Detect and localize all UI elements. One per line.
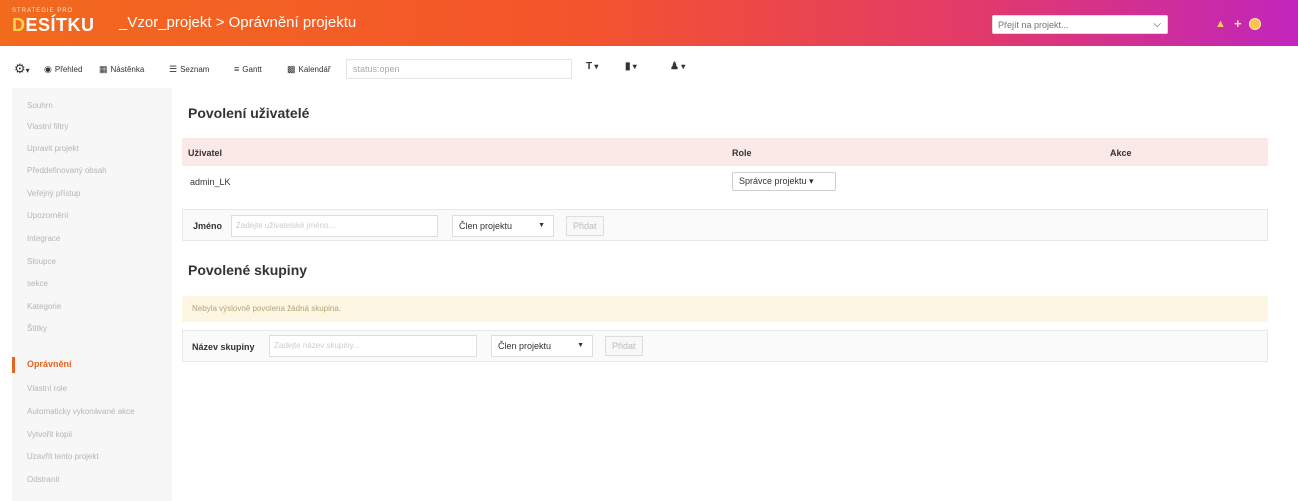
sidebar-item-summary[interactable]: Souhrn — [27, 101, 53, 110]
sidebar-item-predefined-content[interactable]: Předdefinovaný obsah — [27, 166, 107, 175]
chevron-down-icon: ▼ — [577, 342, 584, 349]
column-actions: Akce — [1110, 148, 1132, 158]
sidebar-item-duplicate[interactable]: Vytvořit kopii — [27, 430, 72, 439]
no-groups-notice: Nebyla výslovně povolena žádná skupina. — [182, 296, 1268, 322]
logo-wordmark: DESÍTKU — [12, 15, 95, 35]
calendar-icon: ▩ — [287, 63, 296, 74]
header-icons: ▲ + — [1215, 15, 1261, 33]
sidebar-item-close-project[interactable]: Uzavřít tento projekt — [27, 452, 99, 461]
active-indicator — [12, 357, 15, 373]
sidebar-item-integrations[interactable]: Integrace — [27, 234, 60, 243]
board-button[interactable]: ▦ Nástěnka — [99, 61, 144, 77]
user-role-select[interactable]: Správce projektu ▾ — [732, 172, 836, 191]
user-role-new-select[interactable]: Člen projektu ▼ — [452, 215, 554, 237]
notification-bell-icon[interactable]: ▲ — [1215, 18, 1227, 30]
top-header: STRATEGIE PRO DESÍTKU _Vzor_projekt > Op… — [0, 0, 1298, 46]
users-table-header: Uživatel Role Akce — [182, 138, 1268, 166]
grid-icon: ▦ — [99, 63, 108, 74]
gear-icon[interactable]: ⚙▾ — [14, 61, 30, 77]
overview-button[interactable]: ◉ Přehled — [44, 61, 82, 77]
add-icon[interactable]: + — [1234, 17, 1242, 30]
sidebar-item-permissions[interactable]: Oprávnění — [27, 359, 72, 369]
column-user: Uživatel — [188, 148, 223, 158]
filter-dropdown[interactable]: T ▾ — [586, 61, 598, 75]
name-label: Jméno — [193, 221, 223, 231]
list-button[interactable]: ☰ Seznam — [169, 61, 209, 77]
add-group-button[interactable]: Přidat — [605, 336, 643, 356]
allowed-users-title: Povolení uživatelé — [188, 105, 310, 121]
calendar-button[interactable]: ▩ Kalendář — [287, 61, 331, 77]
filter-input[interactable]: status:open — [346, 59, 572, 79]
chevron-down-icon: ▾ — [678, 62, 686, 71]
settings-sidebar: Souhrn Vlastní filtry Upravit projekt Př… — [12, 88, 172, 501]
app-logo[interactable]: STRATEGIE PRO DESÍTKU — [12, 8, 118, 38]
bookmark-dropdown[interactable]: ▮ ▾ — [625, 61, 637, 75]
group-role-select[interactable]: Člen projektu ▼ — [491, 335, 593, 357]
logo-tagline: STRATEGIE PRO — [12, 8, 74, 14]
sidebar-item-tags[interactable]: Štítky — [27, 324, 47, 333]
sidebar-item-public-access[interactable]: Veřejný přístup — [27, 189, 80, 198]
column-role: Role — [732, 148, 752, 158]
gantt-button[interactable]: ≡ Gantt — [234, 61, 262, 77]
project-toolbar: ⚙▾ ◉ Přehled ▦ Nástěnka ☰ Seznam ≡ Gantt ▩ Ka… — [0, 56, 1298, 82]
sidebar-item-edit-project[interactable]: Upravit projekt — [27, 144, 79, 153]
username-input[interactable]: Zadejte uživatelské jméno... — [231, 215, 438, 237]
sidebar-item-sections[interactable]: sekce — [27, 279, 48, 288]
add-group-form: Název skupiny Zadejte název skupiny... Č… — [182, 330, 1268, 362]
add-user-form: Jméno Zadejte uživatelské jméno... Člen … — [182, 209, 1268, 241]
avatar[interactable] — [1248, 18, 1261, 30]
chevron-down-icon: ▾ — [630, 62, 637, 71]
sidebar-item-automatic-actions[interactable]: Automaticky vykonávané akce — [27, 407, 135, 416]
group-name-label: Název skupiny — [192, 342, 255, 352]
allowed-groups-title: Povolené skupiny — [188, 262, 308, 278]
add-user-button[interactable]: Přidat — [566, 216, 604, 236]
page-title: _Vzor_projekt > Oprávnění projektu — [119, 14, 357, 31]
user-dropdown[interactable]: ♟ ▾ — [670, 61, 685, 75]
sidebar-item-columns[interactable]: Sloupce — [27, 257, 56, 266]
chevron-down-icon: ▼ — [538, 222, 545, 229]
sidebar-item-custom-filters[interactable]: Vlastní filtry — [27, 122, 68, 131]
project-search-input[interactable] — [993, 19, 1143, 30]
list-icon: ☰ — [169, 63, 178, 74]
eye-icon: ◉ — [44, 63, 52, 74]
project-switcher[interactable]: ⌵ — [992, 15, 1168, 34]
chevron-down-icon[interactable]: ⌵ — [1153, 19, 1161, 30]
chevron-down-icon: ▾ — [592, 62, 599, 71]
gantt-icon: ≡ — [234, 64, 240, 74]
user-icon: ♟ — [670, 61, 679, 72]
sidebar-item-custom-roles[interactable]: Vlastní role — [27, 384, 67, 393]
table-row-user: admin_LK — [190, 177, 231, 187]
sidebar-item-categories[interactable]: Kategorie — [27, 302, 61, 311]
sidebar-item-remove[interactable]: Odstranit — [27, 475, 59, 484]
group-name-input[interactable]: Zadejte název skupiny... — [269, 335, 477, 357]
sidebar-item-notifications[interactable]: Upozornění — [27, 211, 68, 220]
